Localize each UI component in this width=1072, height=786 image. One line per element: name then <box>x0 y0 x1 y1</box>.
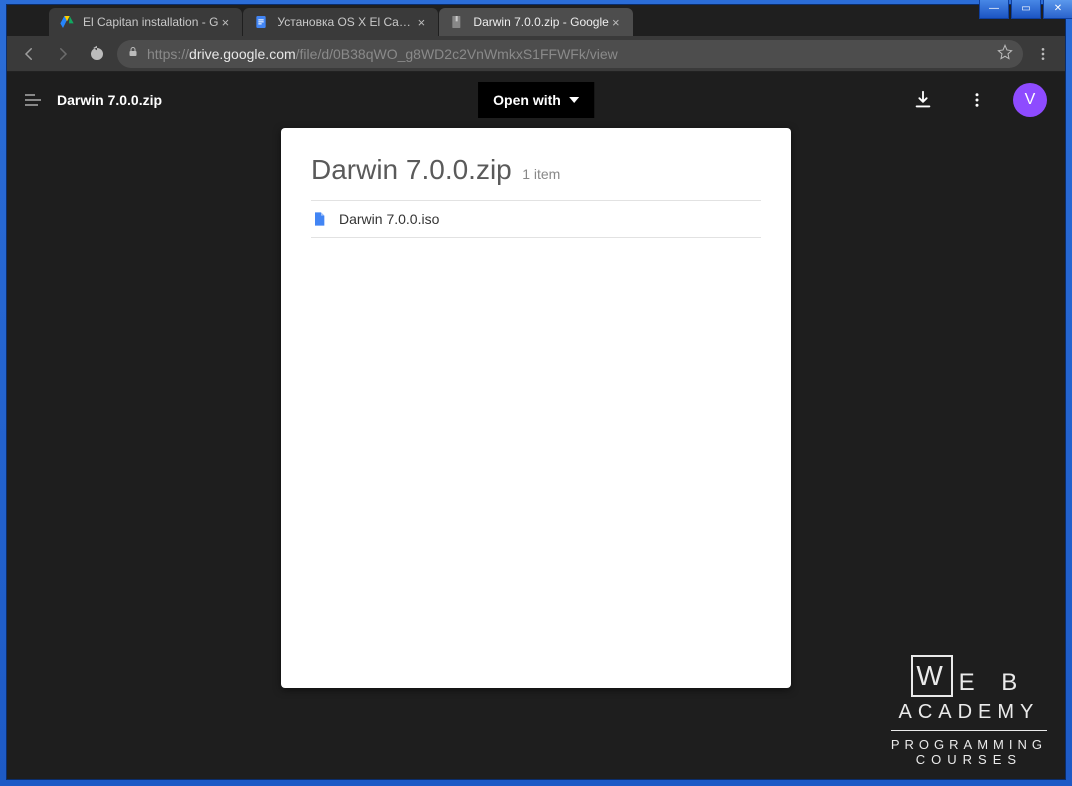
open-with-button[interactable]: Open with <box>478 82 594 118</box>
docs-favicon-icon <box>253 14 269 30</box>
watermark-academy: ACADEMY <box>891 701 1047 724</box>
watermark-programming: PROGRAMMING <box>891 737 1047 752</box>
archive-item-name: Darwin 7.0.0.iso <box>339 211 439 227</box>
browser-tab-active[interactable]: Darwin 7.0.0.zip - Google × <box>439 8 632 36</box>
forward-button[interactable] <box>49 40 77 68</box>
tab-close-icon[interactable]: × <box>609 15 623 30</box>
tab-close-icon[interactable]: × <box>218 15 232 30</box>
archive-item-row[interactable]: Darwin 7.0.0.iso <box>311 200 761 238</box>
watermark-w: W <box>911 655 953 697</box>
tab-title: El Capitan installation - G <box>83 15 218 29</box>
outline-icon[interactable] <box>25 94 41 106</box>
address-bar[interactable]: https://drive.google.com/file/d/0B38qWO_… <box>117 40 1023 68</box>
file-icon <box>311 209 327 229</box>
more-actions-button[interactable] <box>959 82 995 118</box>
archive-title: Darwin 7.0.0.zip <box>311 154 512 185</box>
chrome-menu-button[interactable] <box>1029 40 1057 68</box>
maximize-button[interactable]: ▭ <box>1011 0 1041 19</box>
back-button[interactable] <box>15 40 43 68</box>
drive-favicon-icon <box>59 14 75 30</box>
watermark-eb: E B <box>959 669 1028 697</box>
tab-strip: El Capitan installation - G × Установка … <box>7 5 1065 36</box>
tab-close-icon[interactable]: × <box>414 15 428 30</box>
browser-tab[interactable]: El Capitan installation - G × <box>49 8 242 36</box>
watermark-courses: COURSES <box>891 752 1047 767</box>
watermark: W E B ACADEMY PROGRAMMING COURSES <box>891 655 1047 767</box>
archive-preview-card: Darwin 7.0.0.zip 1 item Darwin 7.0.0.iso <box>281 128 791 688</box>
account-avatar[interactable]: V <box>1013 83 1047 117</box>
browser-tab[interactable]: Установка OS X El Capit. × <box>243 8 438 36</box>
zip-favicon-icon <box>449 14 465 30</box>
browser-window: El Capitan installation - G × Установка … <box>6 4 1066 780</box>
tab-title: Установка OS X El Capit. <box>277 15 414 29</box>
window-controls: — ▭ ✕ <box>979 0 1072 19</box>
tab-title: Darwin 7.0.0.zip - Google <box>473 15 608 29</box>
caret-down-icon <box>569 97 579 103</box>
header-filename: Darwin 7.0.0.zip <box>57 92 162 108</box>
reload-button[interactable] <box>83 40 111 68</box>
archive-item-count: 1 item <box>522 166 560 182</box>
download-button[interactable] <box>905 82 941 118</box>
minimize-button[interactable]: — <box>979 0 1009 19</box>
drive-viewer: Darwin 7.0.0.zip Open with V <box>7 72 1065 779</box>
viewer-header: Darwin 7.0.0.zip Open with V <box>7 72 1065 128</box>
url-text: https://drive.google.com/file/d/0B38qWO_… <box>147 46 618 62</box>
navigation-bar: https://drive.google.com/file/d/0B38qWO_… <box>7 36 1065 72</box>
lock-icon <box>127 45 139 62</box>
close-button[interactable]: ✕ <box>1043 0 1072 19</box>
bookmark-star-icon[interactable] <box>997 44 1013 63</box>
